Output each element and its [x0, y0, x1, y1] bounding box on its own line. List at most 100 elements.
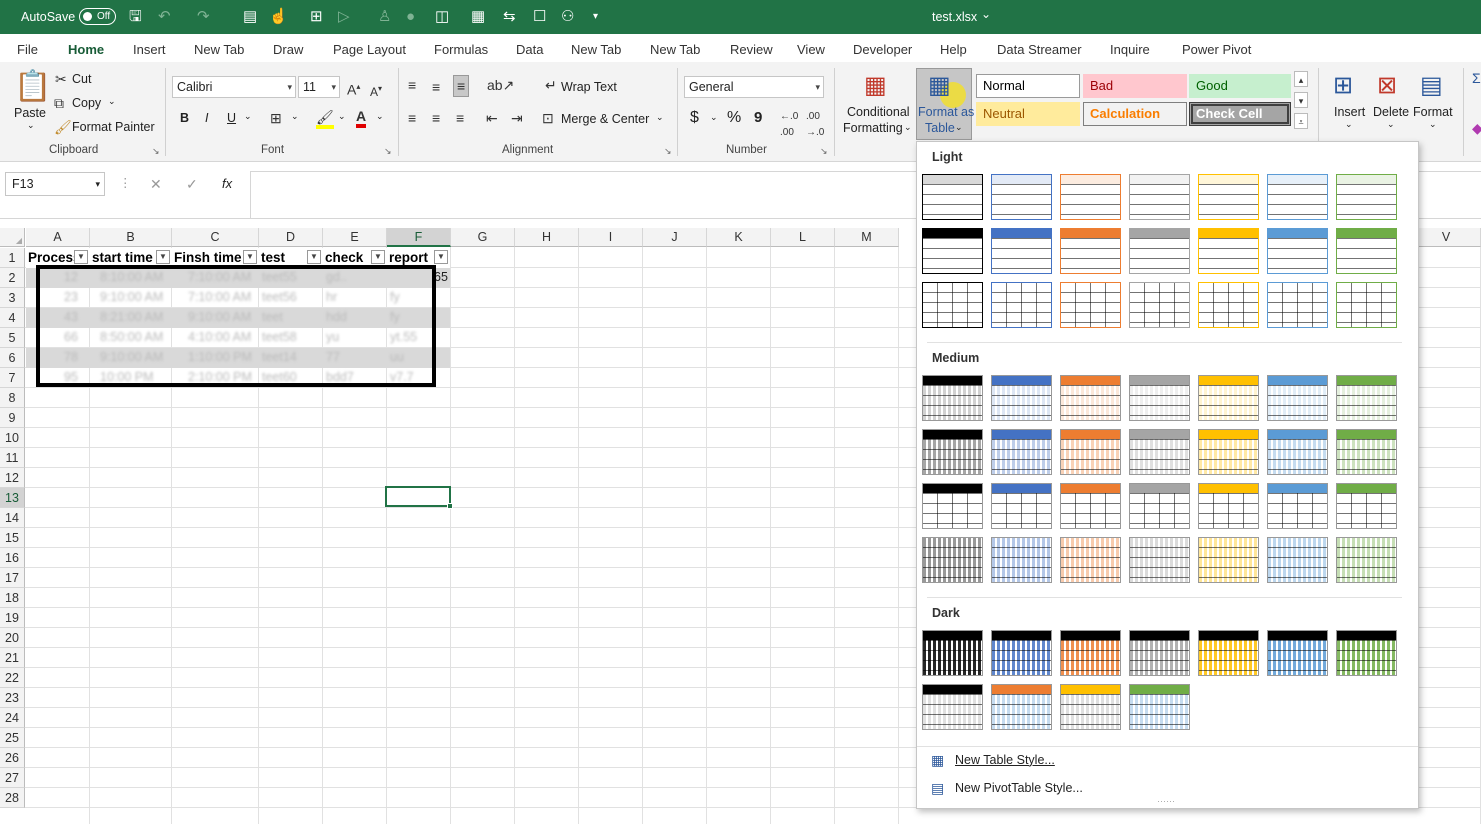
font-color-icon[interactable]: A: [356, 108, 367, 128]
new-table-style-item[interactable]: New Table Style...: [955, 753, 1055, 767]
row-header-25[interactable]: 25: [0, 728, 25, 748]
column-header-m[interactable]: M: [835, 228, 899, 247]
row-header-26[interactable]: 26: [0, 748, 25, 768]
insert-dropdown-icon[interactable]: ⌄: [1345, 119, 1353, 130]
table-style-thumbnail[interactable]: [991, 174, 1052, 220]
filter-dropdown-icon[interactable]: ▼: [243, 250, 257, 264]
row-header-20[interactable]: 20: [0, 628, 25, 648]
table-style-thumbnail[interactable]: [1336, 375, 1397, 421]
enter-icon[interactable]: ✓: [186, 176, 198, 193]
table-style-thumbnail[interactable]: [1129, 375, 1190, 421]
cell-style-calculation[interactable]: Calculation: [1083, 102, 1187, 126]
form-icon[interactable]: ▤: [243, 8, 257, 26]
tab-insert[interactable]: Insert: [133, 42, 166, 57]
name-box[interactable]: F13 ▾: [5, 172, 105, 196]
row-header-5[interactable]: 5: [0, 328, 25, 348]
table-style-thumbnail[interactable]: [1198, 228, 1259, 274]
column-header-f[interactable]: F: [387, 228, 451, 247]
cell-style-good[interactable]: Good: [1189, 74, 1291, 98]
tab-data-streamer[interactable]: Data Streamer: [997, 42, 1082, 57]
row-header-9[interactable]: 9: [0, 408, 25, 428]
autosum-icon[interactable]: Σ: [1472, 70, 1481, 86]
filter-dropdown-icon[interactable]: ▼: [434, 250, 448, 264]
table-style-thumbnail[interactable]: [1336, 429, 1397, 475]
table-style-thumbnail[interactable]: [991, 375, 1052, 421]
alignment-launcher-icon[interactable]: ↘: [664, 146, 672, 157]
tab-formulas[interactable]: Formulas: [434, 42, 488, 57]
conditional-formatting-line2[interactable]: Formatting: [843, 121, 903, 135]
tab-home[interactable]: Home: [66, 42, 106, 65]
format-cells-button[interactable]: Format: [1413, 105, 1453, 119]
currency-dropdown-icon[interactable]: ⌄: [710, 112, 718, 123]
row-header-14[interactable]: 14: [0, 508, 25, 528]
column-header-l[interactable]: L: [771, 228, 835, 247]
cut-button[interactable]: Cut: [72, 72, 91, 86]
table-style-thumbnail[interactable]: [922, 429, 983, 475]
format-painter-button[interactable]: Format Painter: [72, 120, 155, 134]
row-header-7[interactable]: 7: [0, 368, 25, 388]
decrease-decimal-icon[interactable]: .00 →.0: [806, 109, 824, 141]
table-style-thumbnail[interactable]: [1060, 684, 1121, 730]
row-header-21[interactable]: 21: [0, 648, 25, 668]
tab-power-pivot[interactable]: Power Pivot: [1182, 42, 1251, 57]
paste-dropdown-icon[interactable]: ⌄: [27, 120, 35, 131]
table-style-thumbnail[interactable]: [1336, 483, 1397, 529]
paste-icon[interactable]: 📋: [14, 70, 51, 104]
conditional-dropdown-icon[interactable]: ⌄: [904, 122, 912, 133]
camera-icon[interactable]: ◫: [435, 8, 449, 26]
styles-scroll-up-icon[interactable]: ▴: [1294, 71, 1308, 87]
customize-icon[interactable]: ▾: [593, 8, 598, 26]
row-header-12[interactable]: 12: [0, 468, 25, 488]
table-style-thumbnail[interactable]: [1267, 228, 1328, 274]
table-style-thumbnail[interactable]: [1336, 228, 1397, 274]
row-header-28[interactable]: 28: [0, 788, 25, 808]
resize-grip-icon[interactable]: ⋯⋯: [1157, 796, 1175, 807]
font-name-select[interactable]: Calibri ▾: [172, 76, 296, 98]
table-style-thumbnail[interactable]: [1336, 630, 1397, 676]
row-header-2[interactable]: 2: [0, 268, 25, 288]
table-style-thumbnail[interactable]: [1129, 228, 1190, 274]
table-style-thumbnail[interactable]: [1060, 630, 1121, 676]
table-style-thumbnail[interactable]: [1336, 174, 1397, 220]
export-icon[interactable]: ⇆: [503, 8, 516, 26]
row-header-3[interactable]: 3: [0, 288, 25, 308]
underline-dropdown-icon[interactable]: ⌄: [244, 111, 252, 122]
align-top-icon[interactable]: ≡: [408, 77, 416, 93]
styles-scroll-down-icon[interactable]: ▾: [1294, 92, 1308, 108]
table-style-thumbnail[interactable]: [991, 537, 1052, 583]
number-launcher-icon[interactable]: ↘: [820, 146, 828, 157]
tab-developer[interactable]: Developer: [853, 42, 912, 57]
tab-new-tab-1[interactable]: New Tab: [194, 42, 244, 57]
table-style-thumbnail[interactable]: [1267, 483, 1328, 529]
table-style-thumbnail[interactable]: [991, 282, 1052, 328]
table-style-thumbnail[interactable]: [1267, 630, 1328, 676]
row-header-11[interactable]: 11: [0, 448, 25, 468]
row-header-8[interactable]: 8: [0, 388, 25, 408]
orientation-icon[interactable]: ab↗: [487, 77, 514, 93]
tab-page-layout[interactable]: Page Layout: [333, 42, 406, 57]
filter-dropdown-icon[interactable]: ▼: [307, 250, 321, 264]
table-style-thumbnail[interactable]: [1060, 228, 1121, 274]
tab-review[interactable]: Review: [730, 42, 773, 57]
borders-dropdown-icon[interactable]: ⌄: [291, 111, 299, 122]
row-header-23[interactable]: 23: [0, 688, 25, 708]
column-header-i[interactable]: I: [579, 228, 643, 247]
merge-dropdown-icon[interactable]: ⌄: [656, 112, 664, 123]
tab-help[interactable]: Help: [940, 42, 967, 57]
delete-cells-button[interactable]: Delete: [1373, 105, 1409, 119]
filter-dropdown-icon[interactable]: ▼: [74, 250, 88, 264]
currency-button[interactable]: $: [690, 109, 699, 127]
file-name-caret-icon[interactable]: ⌄: [981, 7, 991, 21]
align-right-icon[interactable]: ≡: [456, 110, 464, 126]
increase-font-icon[interactable]: A▴: [347, 79, 360, 98]
table-style-thumbnail[interactable]: [991, 228, 1052, 274]
align-middle-icon[interactable]: ≡: [432, 79, 440, 95]
delete-cells-icon[interactable]: ⊠: [1377, 72, 1397, 100]
print-preview-icon[interactable]: ⊞: [310, 8, 323, 26]
table-style-thumbnail[interactable]: [1129, 537, 1190, 583]
border-icon[interactable]: ☐: [533, 8, 546, 26]
italic-button[interactable]: I: [205, 111, 208, 125]
table-style-thumbnail[interactable]: [1060, 282, 1121, 328]
cell-style-check-cell[interactable]: Check Cell: [1189, 102, 1291, 126]
column-header-h[interactable]: H: [515, 228, 579, 247]
